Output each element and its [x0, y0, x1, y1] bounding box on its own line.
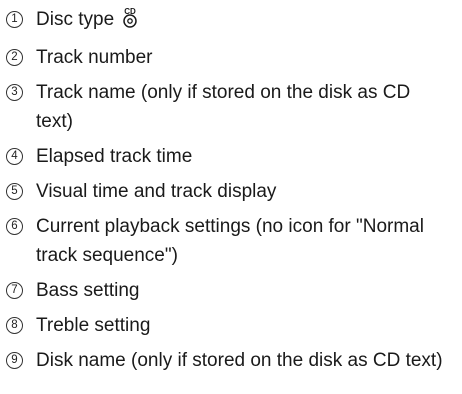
item-label: Track name (only if stored on the disk a… [36, 82, 411, 132]
item-number: 8 [6, 317, 23, 334]
legend-item-elapsed-time: 4 Elapsed track time [6, 142, 462, 171]
cd-disc-icon: CD [120, 6, 140, 37]
item-label: Bass setting [36, 280, 140, 301]
item-number: 1 [6, 11, 23, 28]
legend-item-treble-setting: 8 Treble setting [6, 311, 462, 340]
legend-item-disk-name: 9 Disk name (only if stored on the disk … [6, 346, 462, 375]
legend-item-visual-display: 5 Visual time and track display [6, 177, 462, 206]
item-number: 2 [6, 49, 23, 66]
item-number: 4 [6, 148, 23, 165]
legend-item-track-name: 3 Track name (only if stored on the disk… [6, 78, 462, 136]
item-number: 6 [6, 218, 23, 235]
item-number: 7 [6, 282, 23, 299]
item-label: Disk name (only if stored on the disk as… [36, 350, 443, 371]
item-label: Treble setting [36, 315, 151, 336]
legend-item-track-number: 2 Track number [6, 43, 462, 72]
legend-item-disc-type: 1 Disc type CD [6, 5, 462, 37]
item-label: Track number [36, 47, 153, 68]
item-number: 3 [6, 84, 23, 101]
item-label: Visual time and track display [36, 181, 277, 202]
item-number: 5 [6, 183, 23, 200]
legend-item-playback-settings: 6 Current playback settings (no icon for… [6, 212, 462, 270]
item-label: Current playback settings (no icon for "… [36, 216, 424, 266]
item-label: Disc type [36, 9, 115, 30]
item-label: Elapsed track time [36, 146, 193, 167]
item-number: 9 [6, 352, 23, 369]
legend-item-bass-setting: 7 Bass setting [6, 276, 462, 305]
legend-list: 1 Disc type CD 2 Track number 3 Track nam… [0, 0, 462, 375]
